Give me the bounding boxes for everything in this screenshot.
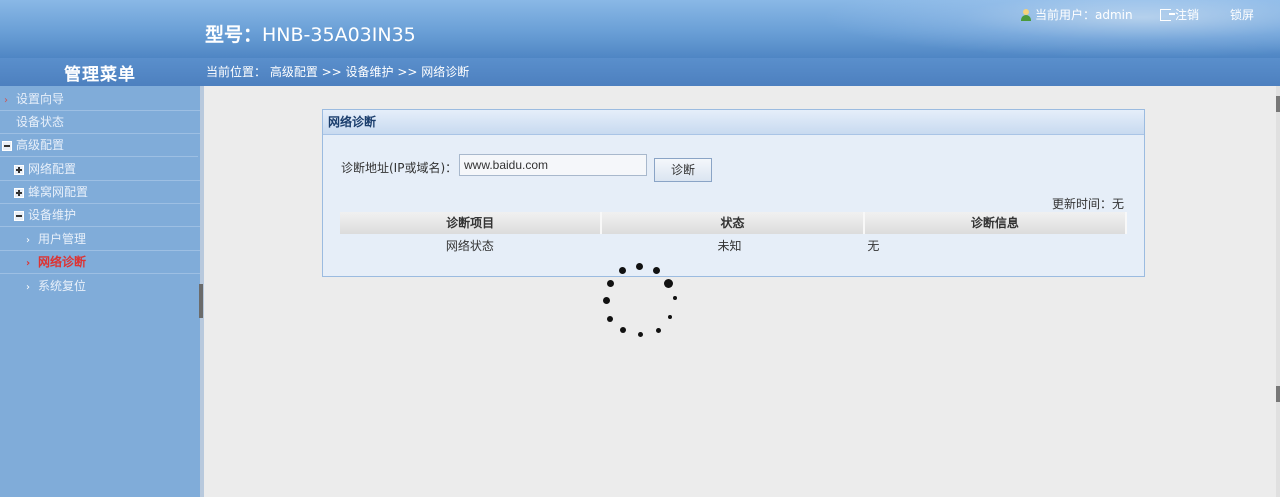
scroll-marker xyxy=(1276,386,1280,402)
sidebar-item-advanced-config[interactable]: 高级配置 xyxy=(0,134,198,157)
spinner-dot xyxy=(668,315,672,319)
address-input[interactable] xyxy=(459,154,647,176)
model-value: HNB-35A03IN35 xyxy=(262,24,416,46)
column-header[interactable]: 状态 xyxy=(602,212,865,234)
column-header[interactable]: 诊断信息 xyxy=(864,212,1127,234)
logout-icon xyxy=(1160,8,1175,21)
expand-icon xyxy=(14,187,24,198)
sidebar-item-device-status[interactable]: 设备状态 xyxy=(0,111,212,134)
sidebar-item-label: 高级配置 xyxy=(16,138,65,152)
diagnose-button[interactable]: 诊断 xyxy=(654,158,712,182)
cell-info: 无 xyxy=(867,239,880,253)
sidebar-item-label: 网络诊断 xyxy=(38,255,87,269)
spinner-dot xyxy=(638,332,643,337)
user-area: 当前用户： admin 注销 锁屏 xyxy=(1020,6,1260,23)
sidebar-item-label: 用户管理 xyxy=(38,232,87,246)
sidebar: › 设置向导 设备状态 高级配置 网络配置 蜂窝网配置 设备维护 › 用户管理 › 网… xyxy=(0,86,222,497)
sidebar-item-system-reset[interactable]: › 系统复位 xyxy=(0,275,86,297)
cell-status: 未知 xyxy=(717,239,742,253)
splitter-handle[interactable] xyxy=(199,284,203,318)
caret-right-icon: › xyxy=(26,235,30,246)
diagnosis-table: 诊断项目 状态 诊断信息 网络状态 未知 无 xyxy=(340,212,1127,258)
lock-screen-label: 锁屏 xyxy=(1230,8,1255,22)
breadcrumb-text: 当前位置： 高级配置 >> 设备维护 >> 网络诊断 xyxy=(206,65,470,79)
column-header[interactable]: 诊断项目 xyxy=(340,212,603,234)
model-label: 型号： xyxy=(205,24,263,46)
sidebar-item-user-management[interactable]: › 用户管理 xyxy=(0,228,222,251)
sidebar-item-setup-wizard[interactable]: › 设置向导 xyxy=(0,88,200,111)
current-user-name: admin xyxy=(1095,7,1133,22)
spinner-dot xyxy=(607,316,613,322)
user-icon xyxy=(1020,8,1032,21)
panel-title: 网络诊断 xyxy=(323,110,1144,135)
right-scrollbar[interactable] xyxy=(1276,86,1280,497)
top-header: 型号：HNB-35A03IN35 当前用户： admin 注销 锁屏 xyxy=(0,0,1280,58)
logout-label: 注销 xyxy=(1175,8,1200,22)
current-user: 当前用户： admin xyxy=(1020,6,1160,23)
sidebar-item-label: 设备维护 xyxy=(28,208,77,222)
table-row: 网络状态 未知 无 xyxy=(340,234,1127,258)
spinner-dot xyxy=(636,263,643,270)
spinner-dot xyxy=(656,328,661,333)
spinner-dot xyxy=(673,296,677,300)
menu-title: 管理菜单 xyxy=(64,65,136,85)
sidebar-item-label: 网络配置 xyxy=(28,162,77,176)
sidebar-item-label: 设置向导 xyxy=(16,92,65,106)
logout-link[interactable]: 注销 xyxy=(1160,6,1230,23)
lock-screen-link[interactable]: 锁屏 xyxy=(1230,6,1260,23)
scroll-marker xyxy=(1276,96,1280,112)
spinner-dot xyxy=(620,327,626,333)
expand-icon xyxy=(14,164,24,175)
diagnosis-panel: 网络诊断 诊断地址(IP或域名)： 诊断 更新时间：无 诊断项目 状态 诊断信息… xyxy=(322,109,1145,277)
sidebar-item-label: 蜂窝网配置 xyxy=(28,185,89,199)
sidebar-item-network-diagnosis[interactable]: › 网络诊断 xyxy=(0,251,222,274)
spinner-dot xyxy=(653,267,660,274)
sidebar-item-label: 设备状态 xyxy=(16,115,65,129)
spinner-dot xyxy=(619,267,626,274)
cell-item: 网络状态 xyxy=(445,239,494,253)
collapse-icon xyxy=(14,210,24,221)
sidebar-item-network-config[interactable]: 网络配置 xyxy=(0,158,210,181)
table-header: 诊断项目 状态 诊断信息 xyxy=(340,212,1127,234)
spinner-dot xyxy=(603,297,610,304)
collapse-icon xyxy=(2,140,12,151)
breadcrumb: 当前位置： 高级配置 >> 设备维护 >> 网络诊断 xyxy=(200,58,1280,86)
sidebar-item-device-maintenance[interactable]: 设备维护 xyxy=(0,204,210,227)
current-user-label: 当前用户： xyxy=(1035,8,1096,22)
model-title: 型号：HNB-35A03IN35 xyxy=(205,20,416,47)
address-label: 诊断地址(IP或域名)： xyxy=(341,161,458,175)
sidebar-item-cellular-config[interactable]: 蜂窝网配置 xyxy=(0,181,210,204)
update-time: 更新时间：无 xyxy=(1051,197,1124,211)
spinner-dot xyxy=(607,280,614,287)
sidebar-item-label: 系统复位 xyxy=(38,279,87,293)
loading-spinner xyxy=(598,261,682,345)
caret-right-icon: › xyxy=(26,258,31,269)
caret-right-icon: › xyxy=(26,282,30,293)
spinner-dot xyxy=(664,279,673,288)
